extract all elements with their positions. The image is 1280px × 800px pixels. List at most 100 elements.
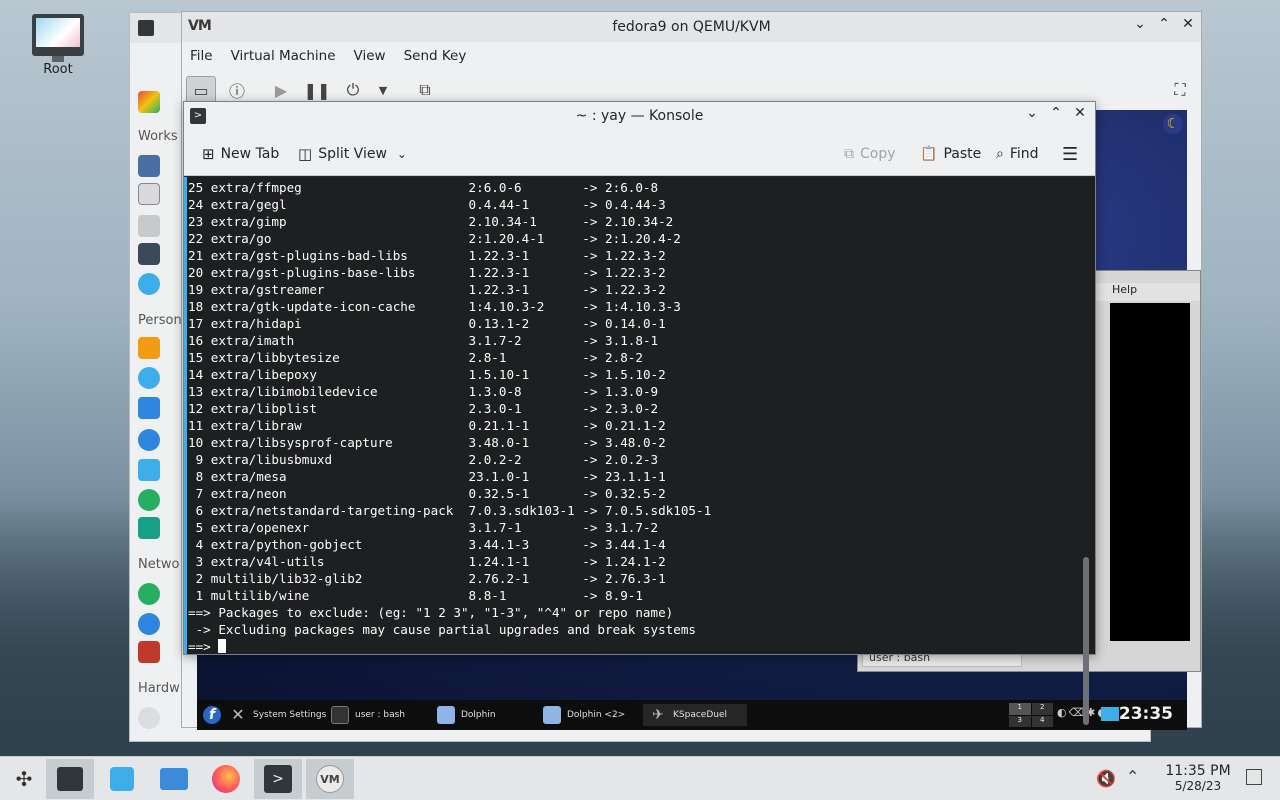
- settings-app-icon: [138, 20, 154, 36]
- terminal-icon: >: [264, 765, 292, 793]
- guest-task-item[interactable]: Dolphin: [431, 704, 502, 726]
- run-icon[interactable]: ▶: [266, 76, 296, 104]
- chevron-up-icon[interactable]: ⌃: [1126, 767, 1139, 786]
- guest-task-label: Dolphin <2>: [567, 710, 626, 720]
- package-number: 15: [188, 350, 211, 365]
- new-tab-button[interactable]: ⊞ New Tab: [202, 142, 279, 166]
- show-desktop-icon[interactable]: [1246, 769, 1262, 785]
- vm-window-title: fedora9 on QEMU/KVM: [612, 19, 771, 35]
- menu-send-key[interactable]: Send Key: [404, 48, 467, 64]
- mouse-icon[interactable]: [138, 707, 160, 729]
- power-icon[interactable]: ⏻: [338, 76, 368, 104]
- konsole-titlebar: > ~ : yay — Konsole ⌄ ⌃ ✕: [184, 102, 1095, 130]
- guest-task-item[interactable]: ✈ KSpaceDuel: [643, 704, 747, 726]
- package-old-version: 0.32.5-1: [468, 486, 583, 501]
- pause-icon[interactable]: ❚❚: [302, 76, 332, 104]
- package-old-version: 3.1.7-2: [468, 333, 583, 348]
- taskbar-discover[interactable]: [98, 759, 146, 799]
- package-new-version: -> 3.1.7-2: [582, 520, 659, 535]
- sidebar-item-icon[interactable]: [138, 155, 160, 177]
- user-icon[interactable]: [138, 367, 160, 389]
- search-icon[interactable]: [138, 273, 160, 295]
- pager-desktop[interactable]: 4: [1031, 715, 1053, 727]
- sidebar-item-icon[interactable]: [138, 517, 160, 539]
- package-line: 15 extra/libbytesize 2.8-1 -> 2.8-2: [188, 349, 1079, 366]
- input-line[interactable]: ==>: [188, 638, 1079, 655]
- paste-button[interactable]: 📋 Paste: [920, 142, 981, 166]
- minimize-icon[interactable]: ⌄: [1021, 105, 1043, 121]
- minimize-icon[interactable]: ⌄: [1129, 16, 1151, 32]
- guest-task-label: System Settings: [253, 710, 327, 720]
- sidebar-item-icon[interactable]: [138, 489, 160, 511]
- taskbar-firefox[interactable]: [202, 759, 250, 799]
- desktop-icon-root[interactable]: Root: [22, 14, 94, 77]
- guest-terminal[interactable]: [1110, 303, 1190, 641]
- package-line: 9 extra/libusbmuxd 2.0.2-2 -> 2.0.2-3: [188, 451, 1079, 468]
- package-old-version: 1.22.3-1: [468, 282, 583, 297]
- guest-task-item[interactable]: ✕ System Settings: [223, 704, 332, 726]
- package-name: extra/libusbmuxd: [210, 452, 469, 467]
- text-cursor: [218, 639, 227, 653]
- hamburger-menu-icon[interactable]: ☰: [1062, 142, 1078, 166]
- monitor-icon[interactable]: [1101, 707, 1119, 721]
- pager-desktop[interactable]: 3: [1009, 715, 1031, 727]
- terminal-scrollbar[interactable]: [1083, 557, 1089, 725]
- clock-date: 5/28/23: [1174, 779, 1222, 793]
- console-icon[interactable]: ▭: [186, 76, 216, 104]
- taskbar-dolphin[interactable]: [150, 759, 198, 799]
- chevron-down-icon[interactable]: ▼: [368, 76, 398, 104]
- split-view-button[interactable]: ◫ Split View ⌄: [298, 142, 407, 166]
- terminal-output[interactable]: 25 extra/ffmpeg 2:6.0-6 -> 2:6.0-8 24 ext…: [184, 177, 1095, 725]
- guest-pager[interactable]: 1 2 3 4: [1009, 703, 1053, 727]
- taskbar-system-settings[interactable]: [46, 759, 94, 799]
- sidebar-item-icon[interactable]: [138, 397, 160, 419]
- package-name: extra/python-gobject: [210, 537, 469, 552]
- globe-icon[interactable]: [138, 613, 160, 635]
- package-number: 13: [188, 384, 211, 399]
- accessibility-icon[interactable]: [138, 429, 160, 451]
- guest-task-item[interactable]: user : bash: [325, 704, 411, 726]
- apps-icon[interactable]: [138, 459, 160, 481]
- package-line: 16 extra/imath 3.1.7-2 -> 3.1.8-1: [188, 332, 1079, 349]
- package-new-version: -> 2.0.2-3: [582, 452, 659, 467]
- guest-menu-help[interactable]: Help: [1112, 283, 1137, 296]
- find-button[interactable]: ⌕ Find: [996, 142, 1039, 166]
- maximize-icon[interactable]: ⌃: [1045, 105, 1067, 121]
- snapshot-icon[interactable]: ⧉: [410, 76, 440, 104]
- close-icon[interactable]: ✕: [1177, 16, 1199, 32]
- keyboard-icon[interactable]: [138, 215, 160, 237]
- fullscreen-icon[interactable]: ⛶: [1165, 76, 1195, 104]
- volume-muted-icon[interactable]: 🔇: [1096, 769, 1116, 788]
- sidebar-item-icon[interactable]: [138, 91, 160, 113]
- package-name: extra/go: [210, 231, 469, 246]
- copy-button[interactable]: ⧉ Copy: [844, 142, 896, 166]
- pager-desktop[interactable]: 1: [1009, 703, 1031, 715]
- firewall-icon[interactable]: [138, 641, 160, 663]
- new-tab-icon: ⊞: [202, 145, 215, 163]
- guest-task-item[interactable]: Dolphin <2>: [537, 704, 631, 726]
- sidebar-item-icon[interactable]: [138, 183, 160, 205]
- menu-file[interactable]: File: [190, 48, 213, 64]
- close-icon[interactable]: ✕: [1069, 105, 1091, 121]
- package-old-version: 0.13.1-2: [468, 316, 583, 331]
- globe-icon[interactable]: [138, 583, 160, 605]
- clock-time: 11:35 PM: [1165, 763, 1231, 779]
- package-line: 23 extra/gimp 2.10.34-1 -> 2.10.34-2: [188, 213, 1079, 230]
- bell-icon[interactable]: [138, 337, 160, 359]
- package-new-version: -> 2:6.0-8: [582, 180, 659, 195]
- menu-virtual-machine[interactable]: Virtual Machine: [231, 48, 336, 64]
- taskbar-virt-manager[interactable]: VM: [306, 759, 354, 799]
- maximize-icon[interactable]: ⌃: [1153, 16, 1175, 32]
- package-new-version: -> 1.3.0-9: [582, 384, 659, 399]
- taskbar-clock[interactable]: 11:35 PM 5/28/23: [1150, 763, 1246, 793]
- taskbar: ✣ > VM 🔇 ⌃ 11:35 PM 5/28/23: [0, 756, 1280, 800]
- package-name: extra/gst-plugins-base-libs: [210, 265, 469, 280]
- taskbar-konsole[interactable]: >: [254, 759, 302, 799]
- pager-desktop[interactable]: 2: [1031, 703, 1053, 715]
- sidebar-item-icon[interactable]: [138, 243, 160, 265]
- package-line: 1 multilib/wine 8.8-1 -> 8.9-1: [188, 587, 1079, 604]
- menu-view[interactable]: View: [354, 48, 386, 64]
- app-launcher-icon[interactable]: ✣: [0, 759, 48, 799]
- details-icon[interactable]: ⓘ: [222, 76, 252, 104]
- package-line: 4 extra/python-gobject 3.44.1-3 -> 3.44.…: [188, 536, 1079, 553]
